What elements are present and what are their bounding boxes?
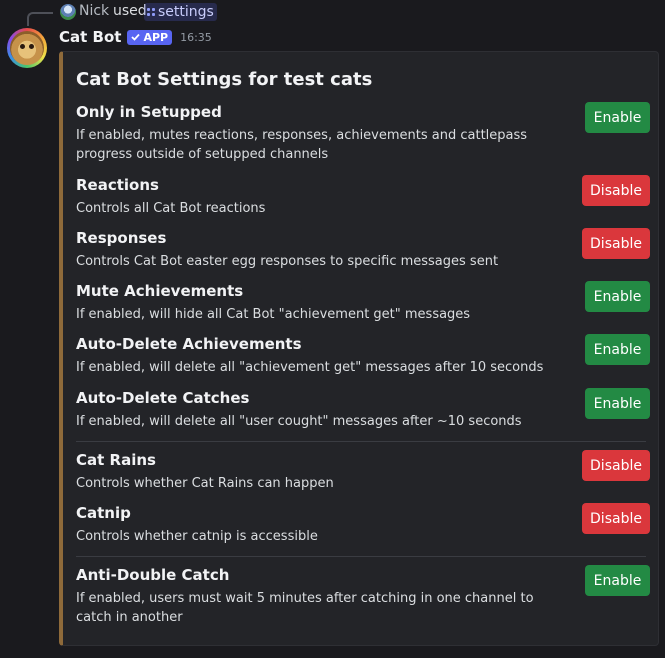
- setting-description: If enabled, will hide all Cat Bot "achie…: [76, 307, 471, 322]
- author-name[interactable]: Cat Bot: [59, 28, 121, 46]
- reactions-disable-button[interactable]: Disable: [582, 175, 650, 206]
- setting-row-cat-rains: Cat Rains Controls whether Cat Rains can…: [76, 450, 650, 493]
- embed-title: Cat Bot Settings for test cats: [76, 69, 373, 90]
- auto-delete-achievements-enable-button[interactable]: Enable: [585, 334, 650, 365]
- setting-row-only-in-setupped: Only in Setupped If enabled, mutes react…: [76, 102, 650, 164]
- reply-username[interactable]: Nick: [79, 3, 109, 19]
- cat-eye-right: [29, 44, 34, 49]
- mute-achievements-enable-button[interactable]: Enable: [585, 281, 650, 312]
- slash-command-name: settings: [158, 4, 214, 20]
- setting-title: Mute Achievements: [76, 282, 244, 300]
- setting-description: If enabled, will delete all "achievement…: [76, 360, 544, 375]
- reply-used-label: used: [113, 3, 147, 19]
- anti-double-catch-enable-button[interactable]: Enable: [585, 565, 650, 596]
- setting-description: Controls Cat Bot easter egg responses to…: [76, 254, 499, 269]
- setting-row-responses: Responses Controls Cat Bot easter egg re…: [76, 228, 650, 271]
- auto-delete-catches-enable-button[interactable]: Enable: [585, 388, 650, 419]
- setting-title: Reactions: [76, 176, 159, 194]
- section-divider: [76, 441, 646, 442]
- bot-avatar[interactable]: [7, 28, 47, 68]
- setting-title: Auto-Delete Achievements: [76, 335, 302, 353]
- message-timestamp[interactable]: 16:35: [180, 31, 212, 44]
- reply-context[interactable]: Nick used settings: [0, 0, 665, 26]
- slash-command-icon: [147, 8, 155, 16]
- responses-disable-button[interactable]: Disable: [582, 228, 650, 259]
- setting-title: Catnip: [76, 504, 131, 522]
- catnip-disable-button[interactable]: Disable: [582, 503, 650, 534]
- reply-spine: [27, 12, 53, 26]
- setting-title: Cat Rains: [76, 451, 156, 469]
- verified-check-icon: [131, 33, 141, 41]
- setting-row-auto-delete-achievements: Auto-Delete Achievements If enabled, wil…: [76, 334, 650, 377]
- setting-description: Controls all Cat Bot reactions: [76, 201, 266, 216]
- app-badge-label: APP: [143, 30, 169, 44]
- cat-eye-left: [20, 44, 25, 49]
- app-badge: APP: [127, 29, 173, 45]
- setting-row-catnip: Catnip Controls whether catnip is access…: [76, 503, 650, 546]
- setting-row-reactions: Reactions Controls all Cat Bot reactions…: [76, 175, 650, 218]
- setting-title: Anti-Double Catch: [76, 566, 230, 584]
- setting-description: If enabled, will delete all "user cought…: [76, 414, 522, 429]
- section-divider: [76, 556, 646, 557]
- cat-avatar-image: [10, 31, 44, 65]
- reply-user-avatar[interactable]: [60, 4, 76, 20]
- setting-title: Responses: [76, 229, 167, 247]
- cat-rains-disable-button[interactable]: Disable: [582, 450, 650, 481]
- setting-title: Only in Setupped: [76, 103, 222, 121]
- setting-row-auto-delete-catches: Auto-Delete Catches If enabled, will del…: [76, 388, 650, 431]
- setting-title: Auto-Delete Catches: [76, 389, 250, 407]
- setting-row-mute-achievements: Mute Achievements If enabled, will hide …: [76, 281, 650, 324]
- setting-description: Controls whether Cat Rains can happen: [76, 476, 334, 491]
- setting-row-anti-double-catch: Anti-Double Catch If enabled, users must…: [76, 565, 650, 627]
- setting-description: If enabled, users must wait 5 minutes af…: [76, 591, 534, 625]
- setting-description: Controls whether catnip is accessible: [76, 529, 318, 544]
- setting-description: If enabled, mutes reactions, responses, …: [76, 128, 528, 162]
- only-in-setupped-enable-button[interactable]: Enable: [585, 102, 650, 133]
- settings-embed: Cat Bot Settings for test cats Only in S…: [59, 51, 659, 646]
- message-header: Cat Bot APP 16:35: [59, 27, 212, 47]
- discord-message-view: Nick used settings Cat Bot APP 16:35 Cat…: [0, 0, 665, 658]
- slash-command-mention[interactable]: settings: [144, 3, 217, 21]
